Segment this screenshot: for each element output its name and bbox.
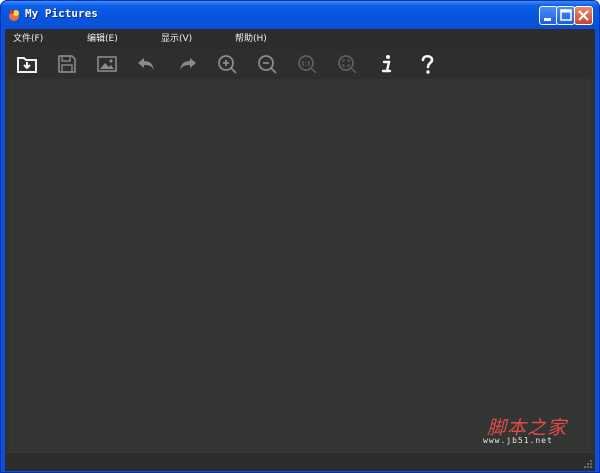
maximize-button[interactable]: [556, 6, 575, 25]
close-button[interactable]: [574, 6, 593, 25]
watermark: 脚本之家 www.jb51.net: [479, 413, 589, 453]
zoom-out-button[interactable]: [255, 52, 279, 76]
watermark-url: www.jb51.net: [483, 436, 553, 445]
menu-view[interactable]: 显示(V): [157, 29, 196, 49]
image-icon: [97, 56, 117, 72]
save-icon: [58, 55, 76, 73]
save-button[interactable]: [55, 52, 79, 76]
status-bar: [5, 452, 595, 471]
fit-window-button[interactable]: [335, 52, 359, 76]
info-icon: [381, 55, 392, 73]
minimize-icon: [544, 18, 551, 21]
resize-grip-icon[interactable]: [583, 459, 593, 469]
actual-size-button[interactable]: [295, 52, 319, 76]
help-button[interactable]: [415, 52, 439, 76]
client-area: 文件(F) 编辑(E) 显示(V) 帮助(H) 脚本之家 www.jb51.ne…: [5, 29, 595, 471]
undo-icon: [138, 58, 154, 70]
info-button[interactable]: [375, 52, 399, 76]
close-icon: [578, 10, 589, 21]
redo-icon: [180, 58, 196, 70]
toolbar: [5, 49, 595, 79]
actual-size-icon: [298, 55, 317, 74]
menu-bar: 文件(F) 编辑(E) 显示(V) 帮助(H): [5, 29, 595, 49]
zoom-in-icon: [218, 55, 237, 74]
image-button[interactable]: [95, 52, 119, 76]
undo-button[interactable]: [135, 52, 159, 76]
open-button[interactable]: [15, 52, 39, 76]
image-viewer-area[interactable]: [9, 79, 591, 452]
open-icon: [17, 57, 37, 73]
window-title: My Pictures: [25, 7, 98, 20]
zoom-out-icon: [258, 55, 277, 74]
menu-edit[interactable]: 编辑(E): [83, 29, 122, 49]
fit-window-icon: [338, 55, 357, 74]
menu-file[interactable]: 文件(F): [9, 29, 47, 49]
zoom-in-button[interactable]: [215, 52, 239, 76]
app-icon: [9, 10, 19, 21]
app-window: My Pictures 文件(F) 编辑(E) 显示(V) 帮助(H) 脚本之家…: [0, 0, 600, 473]
title-bar[interactable]: My Pictures: [1, 1, 599, 29]
maximize-icon: [560, 9, 572, 21]
menu-help[interactable]: 帮助(H): [231, 29, 271, 49]
redo-button[interactable]: [175, 52, 199, 76]
help-icon: [421, 54, 434, 74]
